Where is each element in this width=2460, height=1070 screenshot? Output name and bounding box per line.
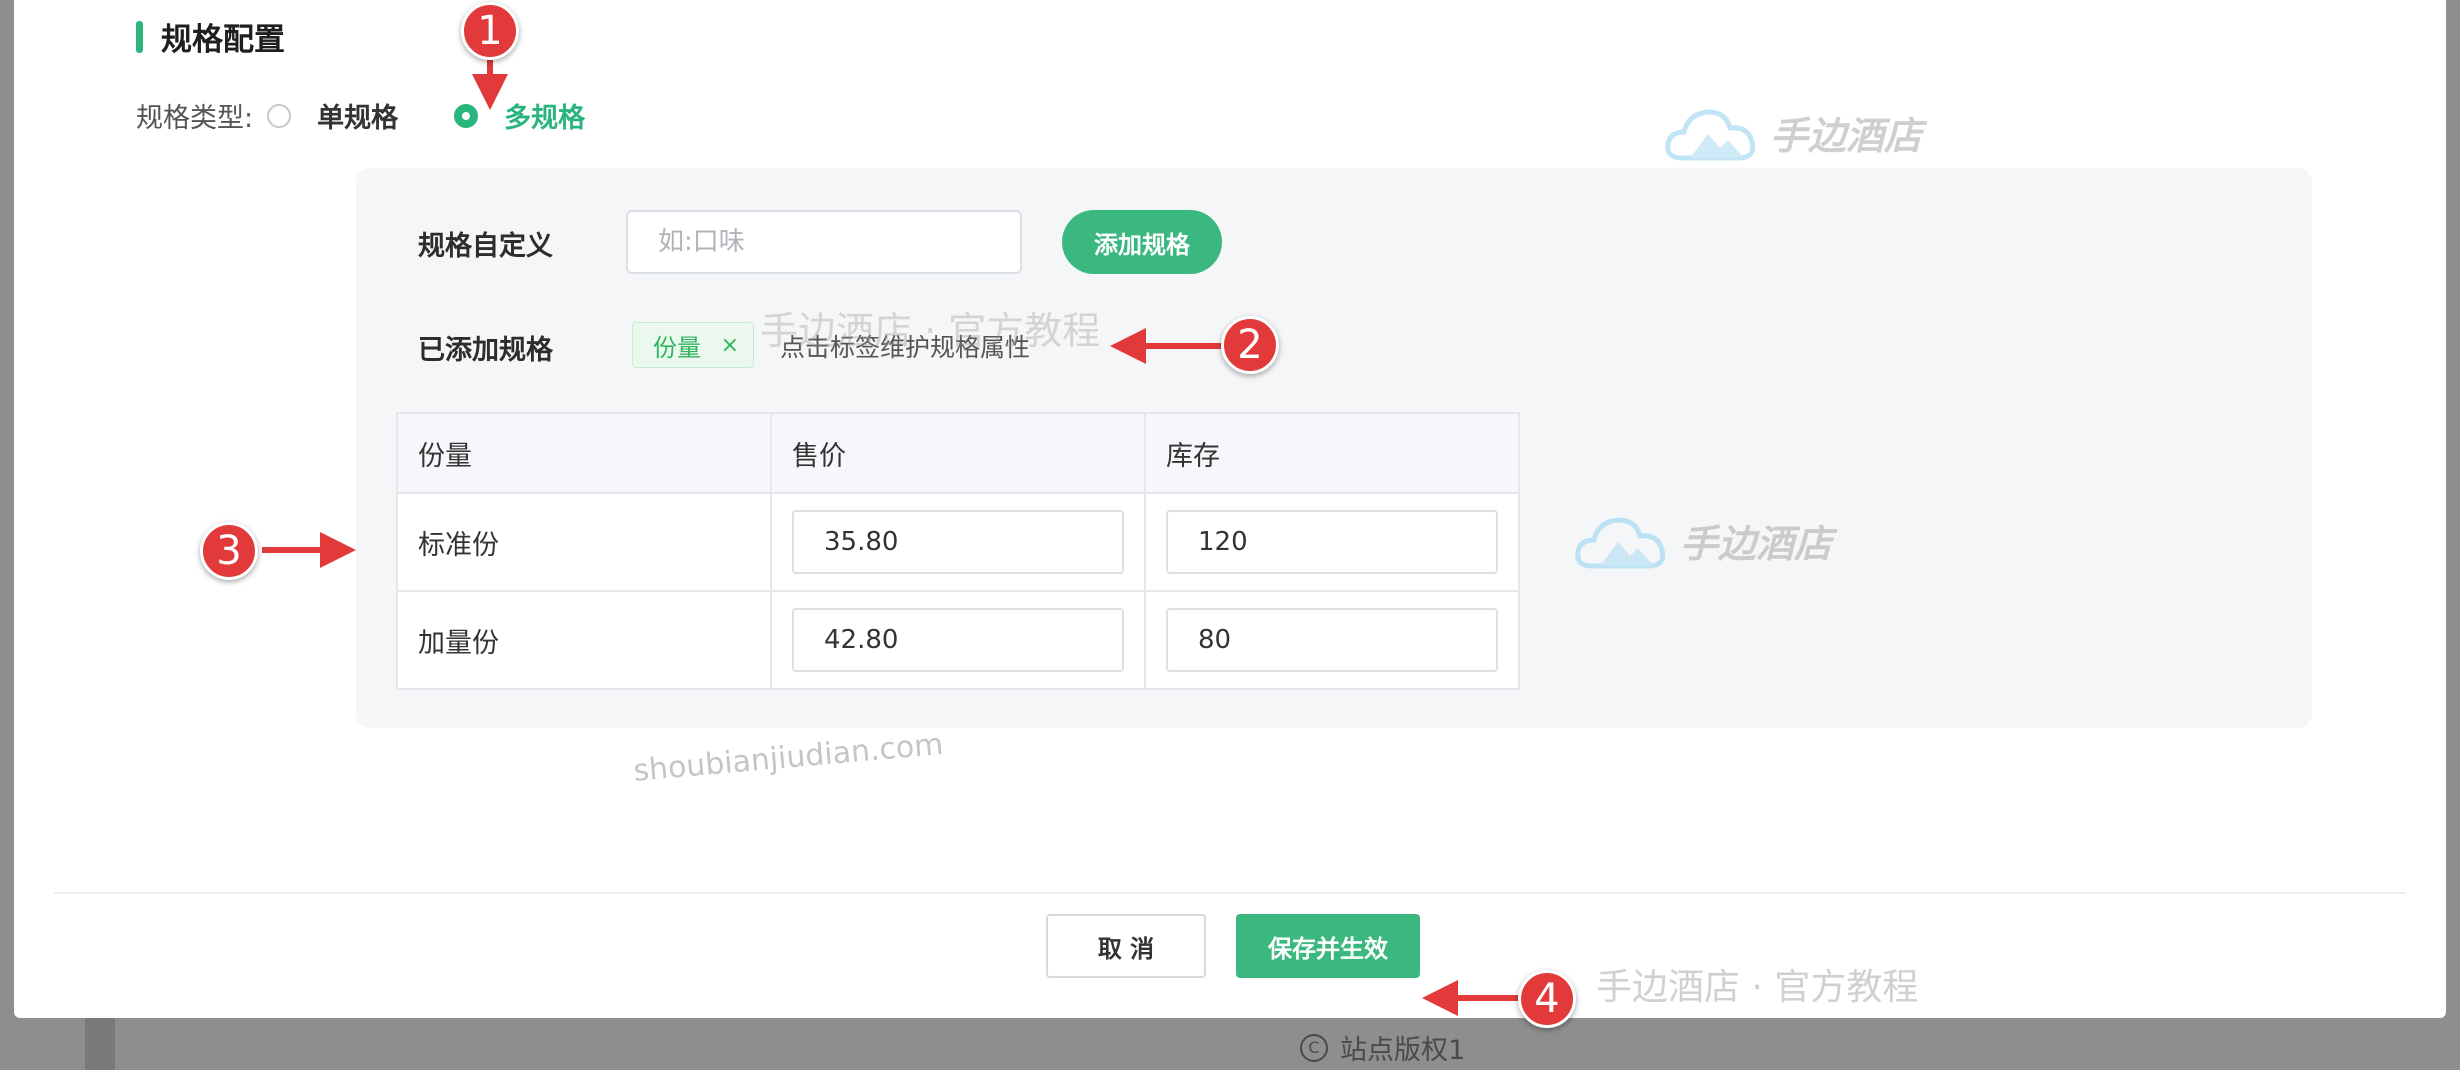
stock-cell: [1144, 492, 1520, 592]
radio-checked-icon[interactable]: [454, 103, 479, 128]
footer-divider: [54, 892, 2406, 894]
added-specs-label: 已添加规格: [418, 335, 553, 366]
price-input[interactable]: [792, 608, 1124, 672]
copyright-icon: C: [1300, 1033, 1328, 1062]
section-header: 规格配置: [136, 14, 285, 59]
price-cell: [770, 492, 1146, 592]
radio-single-spec[interactable]: 单规格: [267, 96, 398, 135]
section-accent-bar: [136, 20, 143, 53]
spec-config-dialog: 规格配置 规格类型: 单规格 多规格 规格自定义 添加规格 已添加规格 份量 ×…: [14, 0, 2446, 1018]
table-header-row: 份量 售价 库存: [396, 412, 1520, 494]
spec-tag-portion[interactable]: 份量 ×: [632, 322, 754, 368]
stock-input[interactable]: [1166, 608, 1498, 672]
multi-spec-panel: 规格自定义 添加规格 已添加规格 份量 × 点击标签维护规格属性 份量 售价 库…: [356, 168, 2312, 728]
annotation-badge-3: 3: [200, 522, 258, 580]
radio-single-spec-label: 单规格: [317, 103, 399, 134]
row-spec-name: 标准份: [396, 492, 772, 592]
table-row: 加量份: [396, 590, 1520, 690]
spec-values-table: 份量 售价 库存 标准份 加量份: [396, 412, 1520, 690]
annotation-badge-1: 1: [461, 2, 519, 60]
column-header-stock: 库存: [1144, 412, 1520, 494]
save-and-apply-button[interactable]: 保存并生效: [1236, 914, 1420, 978]
spec-type-label: 规格类型:: [136, 103, 254, 134]
column-header-price: 售价: [770, 412, 1146, 494]
price-input[interactable]: [792, 510, 1124, 574]
row-spec-name: 加量份: [396, 590, 772, 690]
annotation-badge-2: 2: [1221, 316, 1279, 374]
table-row: 标准份: [396, 492, 1520, 592]
copyright-text: 站点版权1: [1340, 1035, 1466, 1066]
tag-hint-text: 点击标签维护规格属性: [780, 333, 1031, 362]
radio-unchecked-icon[interactable]: [267, 103, 292, 128]
background-sidebar-edge: [85, 1018, 115, 1070]
custom-spec-input[interactable]: [626, 210, 1022, 274]
spec-tag-text: 份量: [653, 333, 701, 362]
section-title: 规格配置: [161, 22, 285, 58]
close-icon[interactable]: ×: [721, 333, 739, 358]
column-header-portion: 份量: [396, 412, 772, 494]
annotation-badge-4: 4: [1518, 970, 1576, 1028]
custom-spec-label: 规格自定义: [418, 231, 553, 262]
spec-type-radio-group: 规格类型: 单规格 多规格: [136, 96, 641, 135]
radio-multi-spec-label: 多规格: [504, 103, 586, 134]
site-copyright: C 站点版权1: [1300, 1028, 1465, 1067]
add-spec-button[interactable]: 添加规格: [1062, 210, 1222, 274]
price-cell: [770, 590, 1146, 690]
stock-cell: [1144, 590, 1520, 690]
radio-multi-spec[interactable]: 多规格: [454, 96, 585, 135]
cancel-button[interactable]: 取 消: [1046, 914, 1206, 978]
stock-input[interactable]: [1166, 510, 1498, 574]
